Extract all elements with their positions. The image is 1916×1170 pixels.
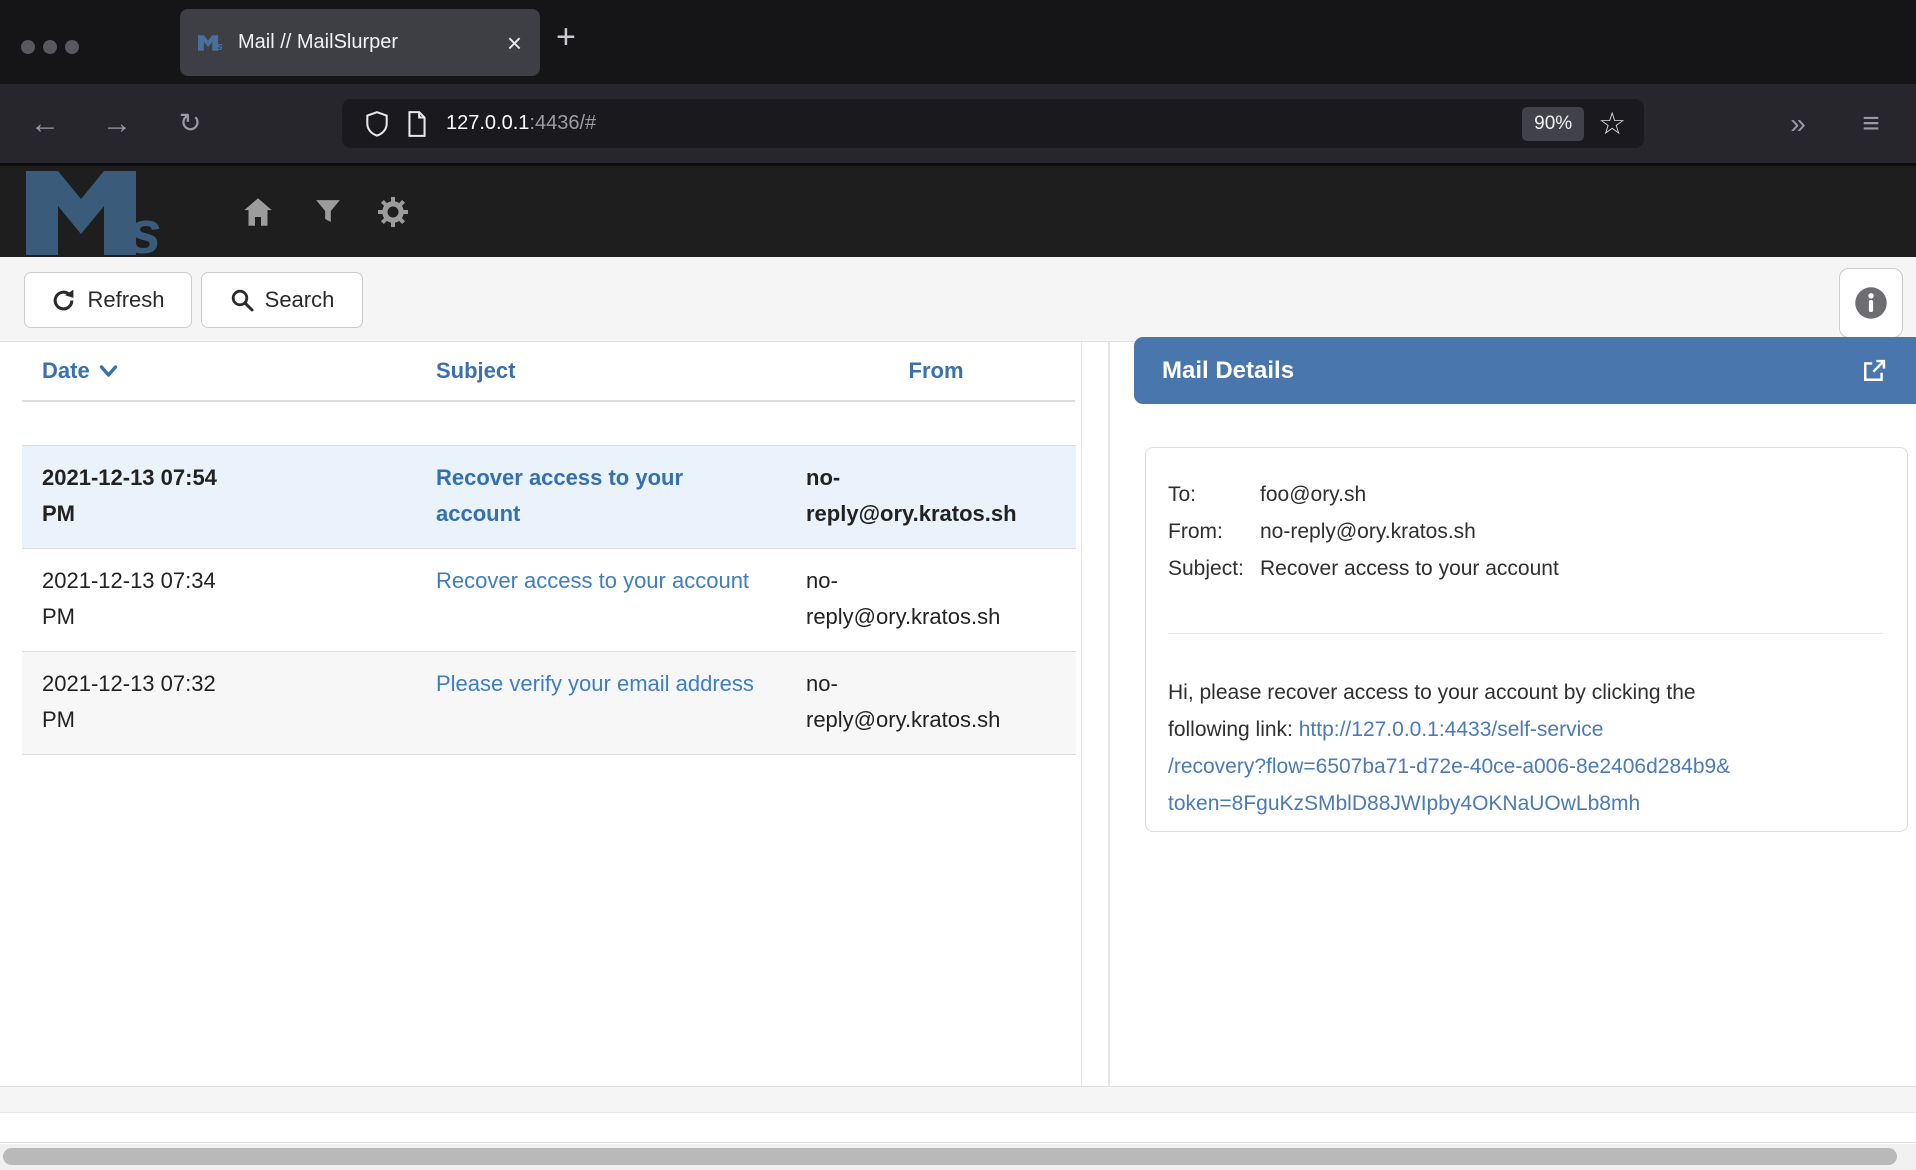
card-divider [1168,633,1883,634]
subject-label: Subject: [1168,550,1260,587]
row-from: no-reply@ory.kratos.sh [798,563,1074,635]
window-zoom-button[interactable] [65,40,79,54]
row-subject-link[interactable]: Recover access to your account [436,568,749,593]
refresh-label: Refresh [87,287,164,313]
new-tab-icon[interactable]: + [556,18,576,57]
mail-list-header: Date Subject From [22,342,1075,402]
reload-icon[interactable]: ↻ [163,84,217,163]
svg-text:s: s [217,41,223,53]
page-info-icon[interactable] [406,110,428,138]
url-host: 127.0.0.1 [446,112,529,134]
hamburger-menu-icon[interactable]: ≡ [1842,84,1900,163]
table-row[interactable]: 2021-12-13 07:32 PM Please verify your e… [22,652,1076,755]
subject-value: Recover access to your account [1260,550,1883,587]
url-bar[interactable]: 127.0.0.1:4436/# 90% ☆ [342,99,1644,148]
search-label: Search [265,287,335,313]
browser-tab[interactable]: s Mail // MailSlurper × [180,9,540,76]
sort-descending-icon [99,364,118,378]
list-spacer [0,402,1081,445]
gear-icon[interactable] [363,166,423,257]
browser-toolbar: ← → ↻ 127.0.0.1:4436/# 90% ☆ » ≡ [0,84,1916,163]
row-date: 2021-12-13 07:32 PM [22,666,428,738]
field-from: From: no-reply@ory.kratos.sh [1168,513,1883,550]
info-button[interactable] [1839,268,1903,338]
mail-details-card: To: foo@ory.sh From: no-reply@ory.kratos… [1145,447,1908,832]
column-header-subject[interactable]: Subject [428,358,798,384]
zoom-level-badge[interactable]: 90% [1522,107,1584,141]
row-subject-link[interactable]: Please verify your email address [436,671,754,696]
to-label: To: [1168,476,1260,513]
column-header-date[interactable]: Date [22,358,428,384]
from-label: From: [1168,513,1260,550]
refresh-button[interactable]: Refresh [24,272,192,328]
home-icon[interactable] [228,166,288,257]
forward-icon[interactable]: → [90,84,144,163]
mail-details-header: Mail Details [1134,337,1916,404]
table-row[interactable]: 2021-12-13 07:54 PM Recover access to yo… [22,445,1076,549]
mail-body: Hi, please recover access to your accoun… [1168,674,1883,822]
search-icon [230,288,254,312]
filter-icon[interactable] [298,166,358,257]
mail-list-panel: Date Subject From 2021-12-13 07:54 PM Re… [0,342,1082,1086]
bottom-band [0,1086,1916,1113]
mailslurper-favicon: s [198,32,224,54]
row-from: no-reply@ory.kratos.sh [798,460,1074,532]
titlebar: s Mail // MailSlurper × + [0,0,1916,84]
recovery-link-line3: token=8FguKzSMblD88JWIpby4OKNaUOwLb8mh [1168,785,1883,822]
to-value: foo@ory.sh [1260,476,1883,513]
tab-title: Mail // MailSlurper [238,31,497,54]
overflow-chevrons-icon[interactable]: » [1770,84,1828,163]
horizontal-scrollbar[interactable] [0,1144,1916,1170]
column-header-from[interactable]: From [798,358,1074,384]
bottom-band-white [0,1114,1916,1143]
info-icon [1853,285,1889,321]
window-close-button[interactable] [21,40,35,54]
browser-window: s Mail // MailSlurper × + ← → ↻ 127.0.0.… [0,0,1916,1170]
back-icon[interactable]: ← [18,84,72,163]
panel-divider [1108,342,1110,1113]
row-from: no-reply@ory.kratos.sh [798,666,1074,738]
recovery-link-line1: http://127.0.0.1:4433/self-service [1299,718,1604,741]
shield-icon[interactable] [364,110,390,138]
mail-rows: 2021-12-13 07:54 PM Recover access to yo… [22,445,1076,755]
mailslurper-navbar: s [0,163,1916,257]
from-value: no-reply@ory.kratos.sh [1260,513,1883,550]
mail-details-title: Mail Details [1162,357,1860,385]
url-path: :4436/# [529,112,596,134]
field-to: To: foo@ory.sh [1168,476,1883,513]
bookmark-star-icon[interactable]: ☆ [1598,108,1626,139]
row-date: 2021-12-13 07:54 PM [22,460,428,532]
recovery-link-line2: /recovery?flow=6507ba71-d72e-40ce-a006-8… [1168,748,1883,785]
refresh-icon [51,288,76,313]
url-text[interactable]: 127.0.0.1:4436/# [446,112,1522,135]
row-date: 2021-12-13 07:34 PM [22,563,428,635]
external-link-icon[interactable] [1860,357,1888,385]
mailslurper-logo[interactable]: s [26,171,214,255]
row-subject-link[interactable]: Recover access to your account [436,465,683,526]
table-row[interactable]: 2021-12-13 07:34 PM Recover access to yo… [22,549,1076,652]
body-text-line1: Hi, please recover access to your accoun… [1168,681,1696,704]
tab-close-icon[interactable]: × [507,30,522,56]
field-subject: Subject: Recover access to your account [1168,550,1883,587]
horizontal-scrollbar-thumb[interactable] [3,1148,1897,1165]
window-minimize-button[interactable] [43,40,57,54]
svg-text:s: s [128,199,161,255]
app-toolbar: Refresh Search [0,257,1916,342]
search-button[interactable]: Search [201,272,363,328]
body-text-line2-prefix: following link: [1168,718,1299,741]
